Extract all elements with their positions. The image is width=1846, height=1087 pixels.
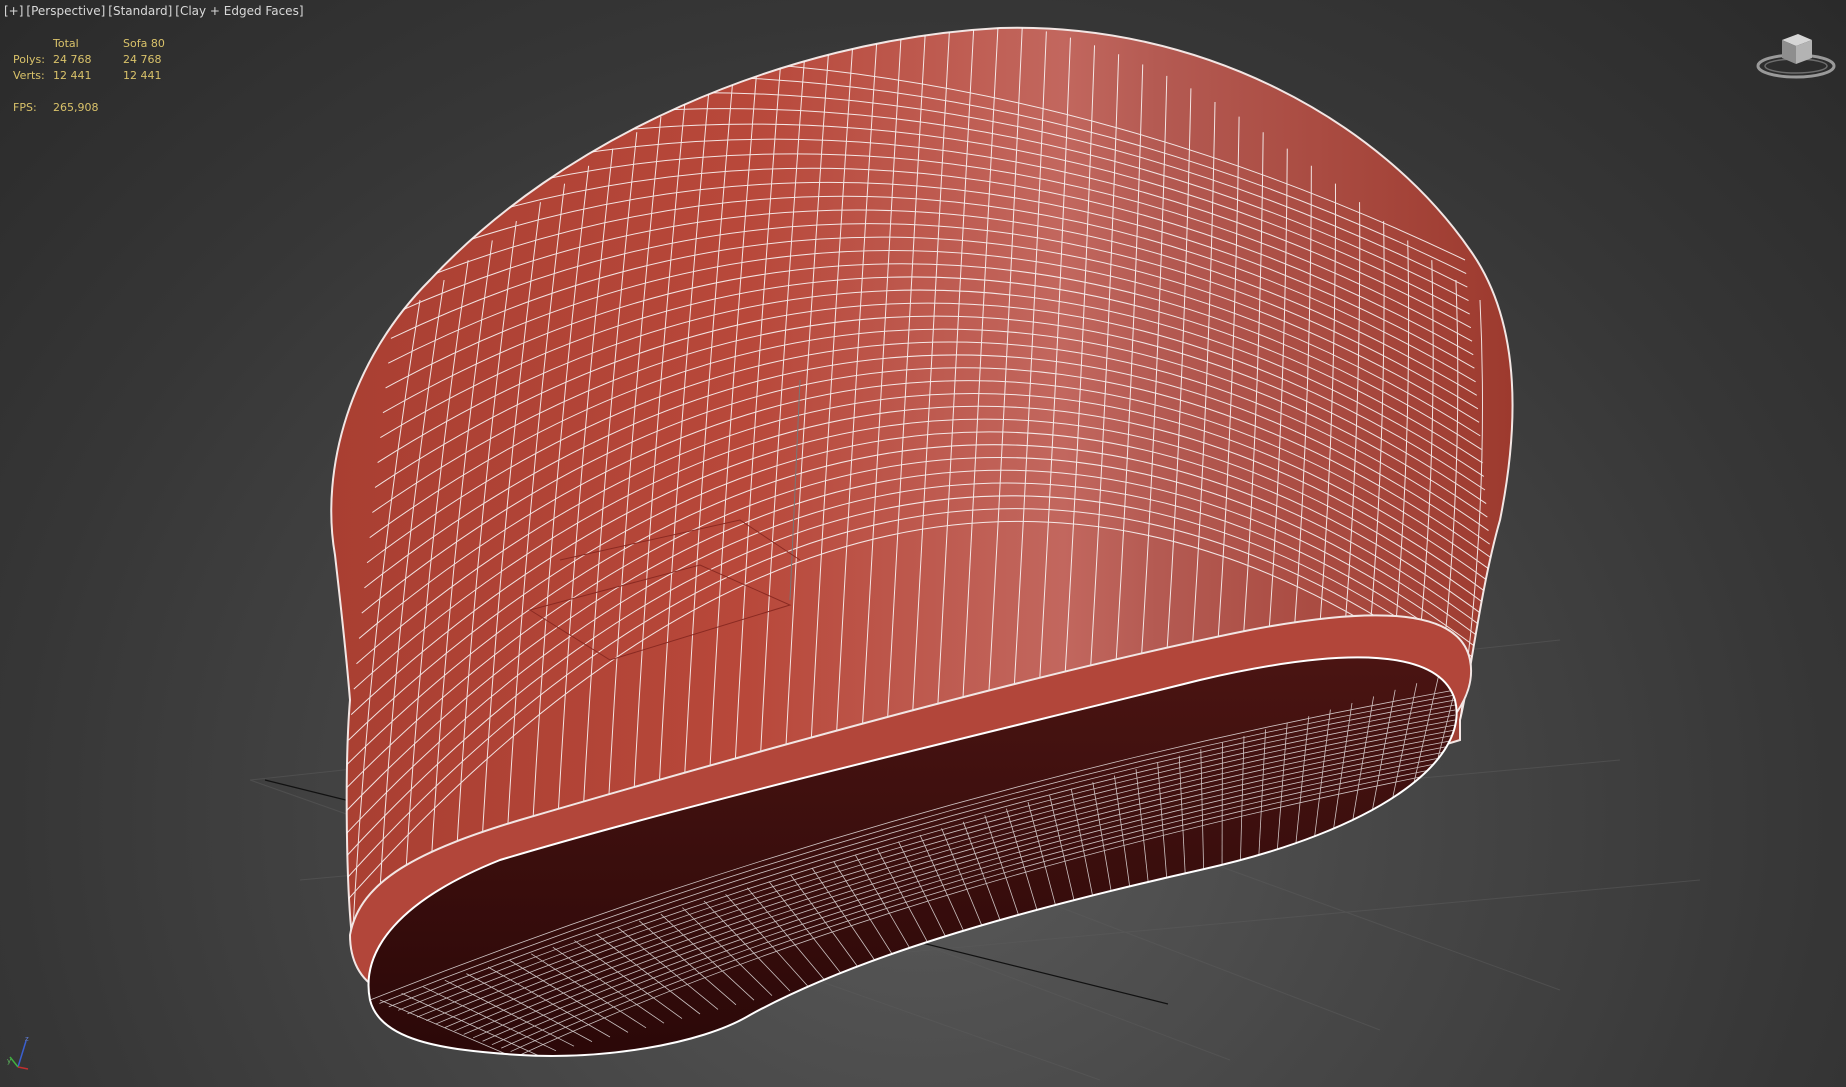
verts-label: Verts: [13, 69, 45, 82]
svg-text:y: y [7, 1057, 11, 1065]
stats-header-object: Sofa 80 [123, 37, 165, 50]
verts-object: 12 441 [123, 69, 162, 82]
fps-value: 265,908 [53, 101, 99, 114]
viewport-preset-menu[interactable]: [Standard] [108, 4, 172, 18]
stats-header-total: Total [53, 37, 79, 50]
svg-text:z: z [25, 1035, 29, 1043]
viewport-scene[interactable] [0, 0, 1846, 1087]
polys-label: Polys: [13, 53, 45, 66]
verts-total: 12 441 [53, 69, 92, 82]
viewport-style-menu[interactable]: [Clay + Edged Faces] [175, 4, 303, 18]
viewport-plus-menu[interactable]: [+] [4, 4, 23, 18]
sofa-mesh[interactable] [330, 20, 1514, 1060]
polys-total: 24 768 [53, 53, 92, 66]
perspective-viewport[interactable]: [+] [Perspective] [Standard] [Clay + Edg… [0, 0, 1846, 1087]
viewport-view-menu[interactable]: [Perspective] [26, 4, 105, 18]
statistics-overlay: Total Sofa 80 Polys: 24 768 24 768 Verts… [13, 36, 193, 116]
viewcube-icon[interactable] [1754, 26, 1838, 86]
axis-tripod-icon: z y [7, 1035, 29, 1070]
viewport-label-menu: [+] [Perspective] [Standard] [Clay + Edg… [4, 4, 304, 18]
polys-object: 24 768 [123, 53, 162, 66]
fps-label: FPS: [13, 101, 37, 114]
